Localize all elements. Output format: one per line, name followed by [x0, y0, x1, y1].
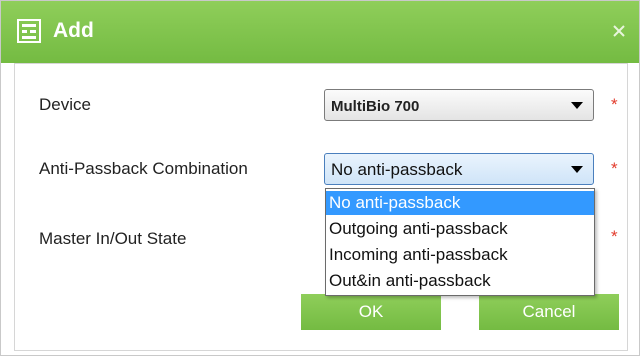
dropdown-option[interactable]: Outgoing anti-passback — [326, 217, 594, 241]
anti-passback-select[interactable]: No anti-passback — [324, 153, 594, 185]
dropdown-option[interactable]: Out&in anti-passback — [326, 269, 594, 293]
add-dialog: Add Device MultiBio 700 * Anti-Passback … — [0, 0, 640, 356]
device-select-value: MultiBio 700 — [331, 98, 420, 115]
anti-passback-select-value: No anti-passback — [331, 160, 463, 179]
chevron-down-icon — [571, 166, 583, 173]
ok-button[interactable]: OK — [301, 294, 441, 330]
close-icon[interactable] — [611, 23, 627, 39]
master-state-label: Master In/Out State — [39, 229, 187, 248]
dialog-title: Add — [53, 19, 94, 42]
dropdown-option[interactable]: No anti-passback — [326, 191, 594, 215]
dropdown-option[interactable]: Incoming anti-passback — [326, 243, 594, 267]
device-select[interactable]: MultiBio 700 — [324, 89, 594, 121]
add-form-icon — [17, 19, 41, 43]
device-required-mark: * — [611, 95, 618, 114]
cancel-button[interactable]: Cancel — [479, 294, 619, 330]
anti-passback-label: Anti-Passback Combination — [39, 159, 248, 178]
anti-passback-required-mark: * — [611, 159, 618, 178]
device-label: Device — [39, 95, 91, 114]
master-state-required-mark: * — [611, 227, 618, 246]
anti-passback-dropdown: No anti-passback Outgoing anti-passback … — [325, 188, 595, 296]
chevron-down-icon — [571, 102, 583, 109]
dialog-titlebar: Add — [1, 1, 639, 63]
